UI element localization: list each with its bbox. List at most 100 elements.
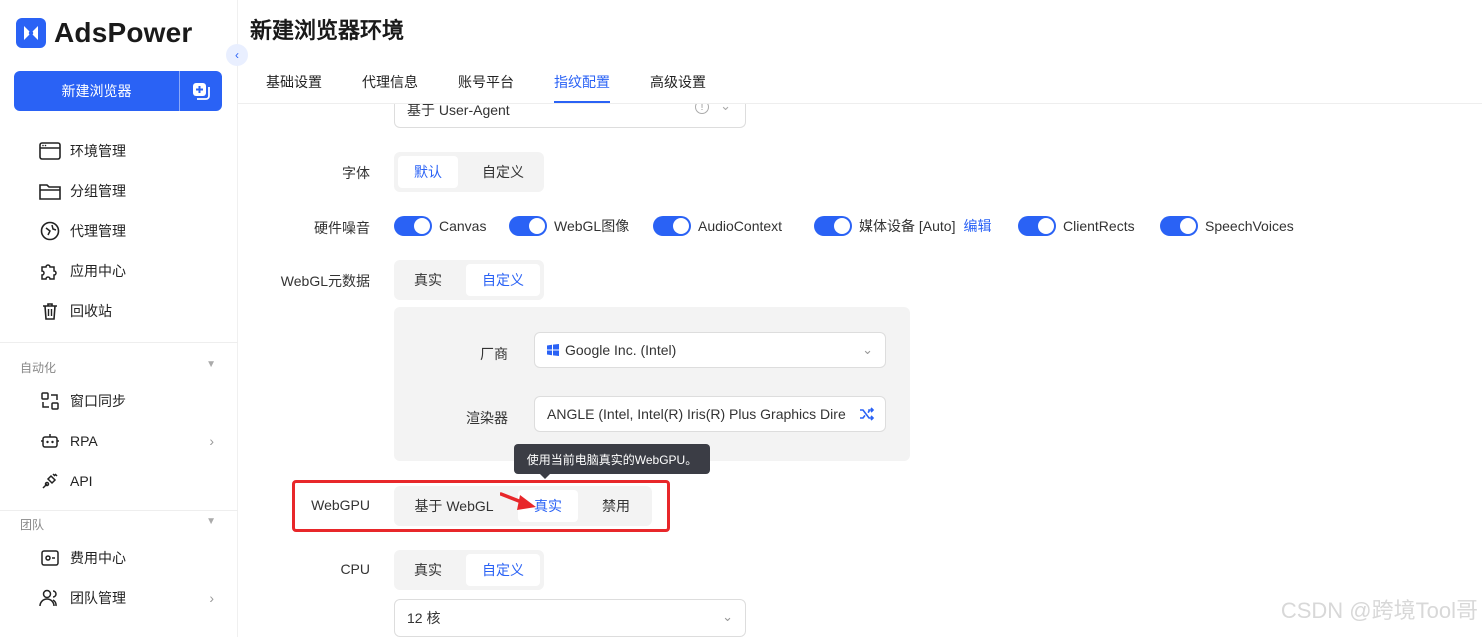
sidebar-divider xyxy=(0,510,238,511)
sidebar-item-trash[interactable]: 回收站 xyxy=(38,299,218,323)
switch-on[interactable] xyxy=(509,216,547,236)
webgl-meta-segmented: 真实 自定义 xyxy=(394,260,544,300)
group-label-text: 团队 xyxy=(20,518,45,532)
cpu-cores-value: 12 核 xyxy=(407,610,441,626)
vendor-select[interactable]: Google Inc. (Intel) ⌄ xyxy=(534,332,886,368)
chevron-down-icon: ⌄ xyxy=(720,104,731,113)
renderer-input[interactable]: ANGLE (Intel, Intel(R) Iris(R) Plus Grap… xyxy=(534,396,886,432)
sidebar-item-api[interactable]: API xyxy=(38,469,218,493)
tab-proxy-info[interactable]: 代理信息 xyxy=(362,72,418,92)
cpu-option-custom[interactable]: 自定义 xyxy=(466,554,540,586)
sync-icon xyxy=(38,389,62,413)
switch-on[interactable] xyxy=(814,216,852,236)
toggle-canvas[interactable]: Canvas xyxy=(394,215,486,237)
sidebar-item-label: API xyxy=(70,473,93,489)
hardware-noise-label: 硬件噪音 xyxy=(314,220,370,236)
font-option-default[interactable]: 默认 xyxy=(398,156,458,188)
puzzle-icon xyxy=(38,259,62,283)
sidebar-item-app-center[interactable]: 应用中心 xyxy=(38,259,218,283)
page-title: 新建浏览器环境 xyxy=(250,18,405,43)
font-option-custom[interactable]: 自定义 xyxy=(468,156,538,188)
sidebar-item-label: 环境管理 xyxy=(70,143,126,159)
sidebar-item-groups[interactable]: 分组管理 xyxy=(38,179,218,203)
team-icon xyxy=(38,586,62,610)
annotation-highlight-box xyxy=(292,480,670,532)
app-logo[interactable]: AdsPower xyxy=(16,16,193,50)
renderer-value: ANGLE (Intel, Intel(R) Iris(R) Plus Grap… xyxy=(547,406,846,422)
tab-account-platform[interactable]: 账号平台 xyxy=(458,72,514,92)
chevron-right-icon: › xyxy=(209,433,214,449)
caret-down-icon: ▼ xyxy=(206,359,216,370)
app-name: AdsPower xyxy=(54,17,193,48)
font-segmented: 默认 自定义 xyxy=(394,152,544,192)
sidebar-item-label: 代理管理 xyxy=(70,223,126,239)
toggle-speechvoices[interactable]: SpeechVoices xyxy=(1160,215,1294,237)
webgl-meta-option-real[interactable]: 真实 xyxy=(398,264,458,296)
billing-icon xyxy=(38,546,62,570)
renderer-label: 渲染器 xyxy=(466,410,508,426)
vendor-label: 厂商 xyxy=(480,346,508,362)
toggle-clientrects[interactable]: ClientRects xyxy=(1018,215,1135,237)
toggle-label: AudioContext xyxy=(698,218,783,234)
windows-logo-icon xyxy=(547,344,559,356)
toggle-webgl-image[interactable]: WebGL图像 xyxy=(509,215,629,237)
switch-on[interactable] xyxy=(1160,216,1198,236)
sidebar-item-rpa[interactable]: RPA › xyxy=(38,429,218,453)
chevron-down-icon: ⌄ xyxy=(862,342,873,357)
switch-on[interactable] xyxy=(394,216,432,236)
add-copy-icon xyxy=(193,83,210,100)
proxy-icon xyxy=(38,219,62,243)
tab-advanced-settings[interactable]: 高级设置 xyxy=(650,72,706,92)
sidebar-item-window-sync[interactable]: 窗口同步 xyxy=(38,389,218,413)
sidebar-item-environments[interactable]: 环境管理 xyxy=(38,139,218,163)
font-label: 字体 xyxy=(342,165,370,181)
sidebar-item-billing[interactable]: 费用中心 xyxy=(38,546,218,570)
annotation-arrow-icon xyxy=(500,492,536,510)
toggle-label: Canvas xyxy=(439,218,487,234)
sidebar-item-proxies[interactable]: 代理管理 xyxy=(38,219,218,243)
switch-on[interactable] xyxy=(653,216,691,236)
cpu-option-real[interactable]: 真实 xyxy=(398,554,458,586)
cpu-segmented: 真实 自定义 xyxy=(394,550,544,590)
sidebar-item-team-management[interactable]: 团队管理 › xyxy=(38,586,218,610)
sidebar-item-label: 窗口同步 xyxy=(70,393,126,409)
sidebar-group-team[interactable]: 团队 ▼ xyxy=(20,516,216,533)
toggle-label: ClientRects xyxy=(1063,218,1135,234)
sidebar: AdsPower 新建浏览器 环境管理 分组管理 代理管理 应用中心 回收站 自… xyxy=(0,0,238,637)
toggle-label: 媒体设备 [Auto] xyxy=(859,218,956,234)
batch-create-button[interactable] xyxy=(180,71,222,111)
media-devices-edit-link[interactable]: 编辑 xyxy=(963,216,991,236)
plug-icon xyxy=(38,469,62,493)
group-label-text: 自动化 xyxy=(20,361,57,375)
toggle-media-devices[interactable]: 媒体设备 [Auto] 编辑 xyxy=(814,215,991,237)
toggle-label: WebGL图像 xyxy=(554,218,630,234)
tab-basic-settings[interactable]: 基础设置 xyxy=(266,72,322,92)
sidebar-group-automation[interactable]: 自动化 ▼ xyxy=(20,359,216,376)
webgpu-tooltip: 使用当前电脑真实的WebGPU。 xyxy=(514,444,710,479)
collapse-sidebar-button[interactable]: ‹ xyxy=(226,44,248,66)
browser-window-icon xyxy=(38,139,62,163)
tab-fingerprint-config[interactable]: 指纹配置 xyxy=(554,72,610,92)
switch-on[interactable] xyxy=(1018,216,1056,236)
sidebar-item-label: 应用中心 xyxy=(70,263,126,279)
caret-down-icon: ▼ xyxy=(206,516,216,527)
toggle-label: SpeechVoices xyxy=(1205,218,1294,234)
ua-based-select[interactable]: 基于 User-Agent ! ⌄ xyxy=(394,104,746,128)
new-browser-button[interactable]: 新建浏览器 xyxy=(14,71,180,111)
sidebar-divider xyxy=(0,342,238,343)
webgl-meta-label: WebGL元数据 xyxy=(280,273,370,289)
sidebar-item-label: 费用中心 xyxy=(70,550,126,566)
sidebar-item-label: 分组管理 xyxy=(70,183,126,199)
main-content: 新建浏览器环境 基础设置 代理信息 账号平台 指纹配置 高级设置 基于 User… xyxy=(238,0,1482,637)
toggle-audiocontext[interactable]: AudioContext xyxy=(653,215,782,237)
webgl-meta-custom-panel: 厂商 Google Inc. (Intel) ⌄ 渲染器 ANGLE (Inte… xyxy=(394,307,910,461)
trash-icon xyxy=(38,299,62,323)
vendor-value: Google Inc. (Intel) xyxy=(565,342,677,358)
shuffle-icon[interactable] xyxy=(859,406,875,425)
cpu-cores-select[interactable]: 12 核 ⌄ xyxy=(394,599,746,637)
webgl-meta-option-custom[interactable]: 自定义 xyxy=(466,264,540,296)
sidebar-item-label: 团队管理 xyxy=(70,590,126,606)
info-icon: ! xyxy=(695,104,709,114)
sidebar-item-label: 回收站 xyxy=(70,303,112,319)
ua-select-value: 基于 User-Agent xyxy=(407,104,510,118)
